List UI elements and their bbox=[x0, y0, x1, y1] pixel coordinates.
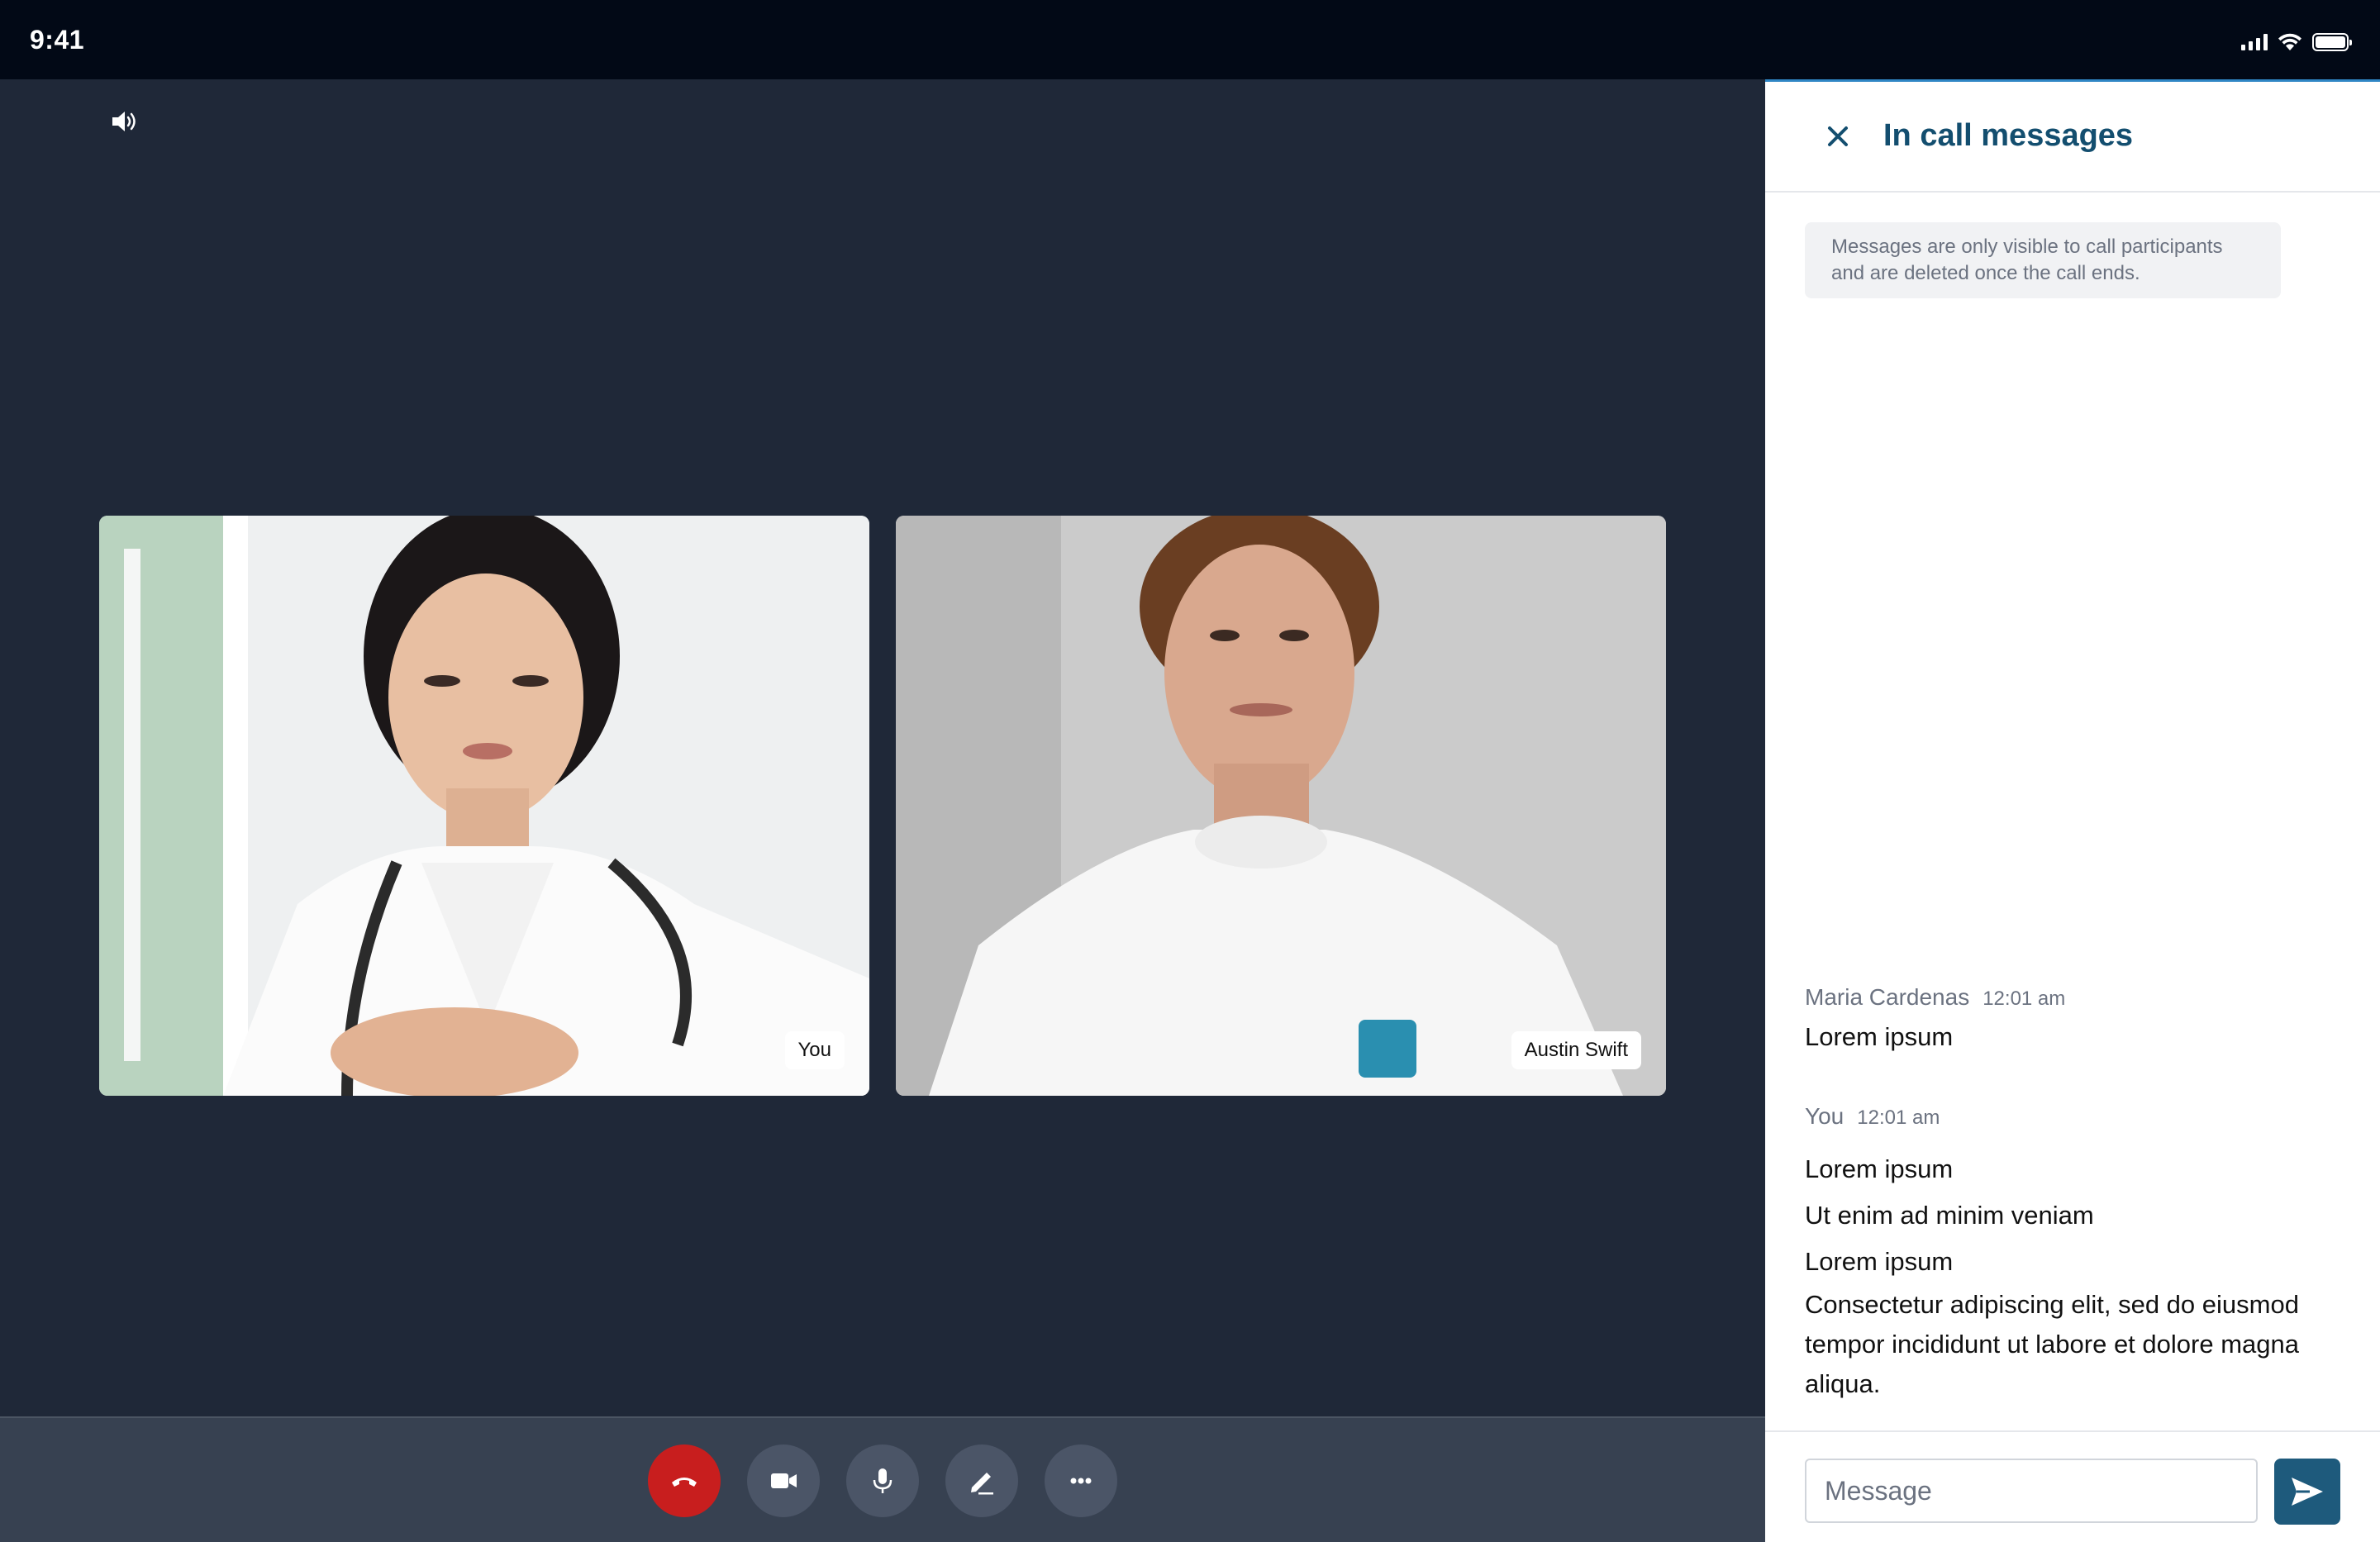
microphone-icon bbox=[873, 1468, 892, 1493]
wifi-icon bbox=[2278, 33, 2301, 50]
call-controls bbox=[0, 1416, 1765, 1542]
message-group: You 12:01 am Lorem ipsum Ut enim ad mini… bbox=[1805, 1103, 2350, 1404]
message-meta: You 12:01 am bbox=[1805, 1103, 2350, 1130]
message-input[interactable] bbox=[1805, 1459, 2258, 1523]
send-icon bbox=[2292, 1478, 2323, 1506]
more-options-button[interactable] bbox=[1045, 1444, 1117, 1517]
message-time: 12:01 am bbox=[1983, 988, 2066, 1010]
message-composer bbox=[1765, 1430, 2380, 1542]
panel-header: In call messages bbox=[1765, 82, 2380, 193]
message-text: Lorem ipsum bbox=[1805, 1154, 1954, 1183]
pencil-icon bbox=[971, 1473, 993, 1495]
status-time: 9:41 bbox=[30, 25, 85, 55]
message-text: Lorem ipsum bbox=[1805, 1247, 1954, 1276]
message-text: Lorem ipsum bbox=[1805, 1022, 1954, 1051]
video-camera-icon bbox=[771, 1473, 797, 1488]
video-toggle-button[interactable] bbox=[747, 1444, 820, 1517]
panel-title: In call messages bbox=[1883, 118, 2134, 153]
microphone-toggle-button[interactable] bbox=[846, 1444, 919, 1517]
participant-name-tag: You bbox=[784, 1031, 845, 1069]
status-icons bbox=[2241, 31, 2352, 53]
message-sender: Maria Cardenas bbox=[1805, 984, 1970, 1010]
status-bar: 9:41 bbox=[0, 0, 2380, 79]
more-icon bbox=[1070, 1478, 1092, 1484]
participant-video-you bbox=[99, 516, 869, 1096]
message-text: Ut enim ad minim veniam bbox=[1805, 1201, 2094, 1230]
speaker-icon[interactable] bbox=[111, 109, 139, 134]
send-button[interactable] bbox=[2274, 1459, 2340, 1525]
close-icon[interactable] bbox=[1823, 121, 1853, 151]
participant-video-austin bbox=[896, 516, 1666, 1096]
end-call-button[interactable] bbox=[648, 1444, 721, 1517]
video-tile-self[interactable]: You bbox=[99, 516, 869, 1096]
message-time: 12:01 am bbox=[1857, 1107, 1940, 1129]
video-stage: You Austin Swift bbox=[0, 79, 1765, 1416]
end-call-icon bbox=[672, 1478, 697, 1487]
message-text: Consectetur adipiscing elit, sed do eius… bbox=[1805, 1290, 2299, 1398]
signal-icon bbox=[2241, 34, 2268, 50]
privacy-notice: Messages are only visible to call partic… bbox=[1805, 222, 2281, 298]
video-tile-participant[interactable]: Austin Swift bbox=[896, 516, 1666, 1096]
participant-name-tag: Austin Swift bbox=[1511, 1031, 1641, 1069]
battery-icon bbox=[2312, 33, 2352, 51]
message-sender: You bbox=[1805, 1103, 1844, 1129]
message-meta: Maria Cardenas 12:01 am bbox=[1805, 984, 2350, 1011]
message-group: Maria Cardenas 12:01 am Lorem ipsum bbox=[1805, 984, 2350, 1057]
in-call-messages-panel: In call messages Messages are only visib… bbox=[1765, 79, 2380, 1542]
annotate-button[interactable] bbox=[945, 1444, 1018, 1517]
